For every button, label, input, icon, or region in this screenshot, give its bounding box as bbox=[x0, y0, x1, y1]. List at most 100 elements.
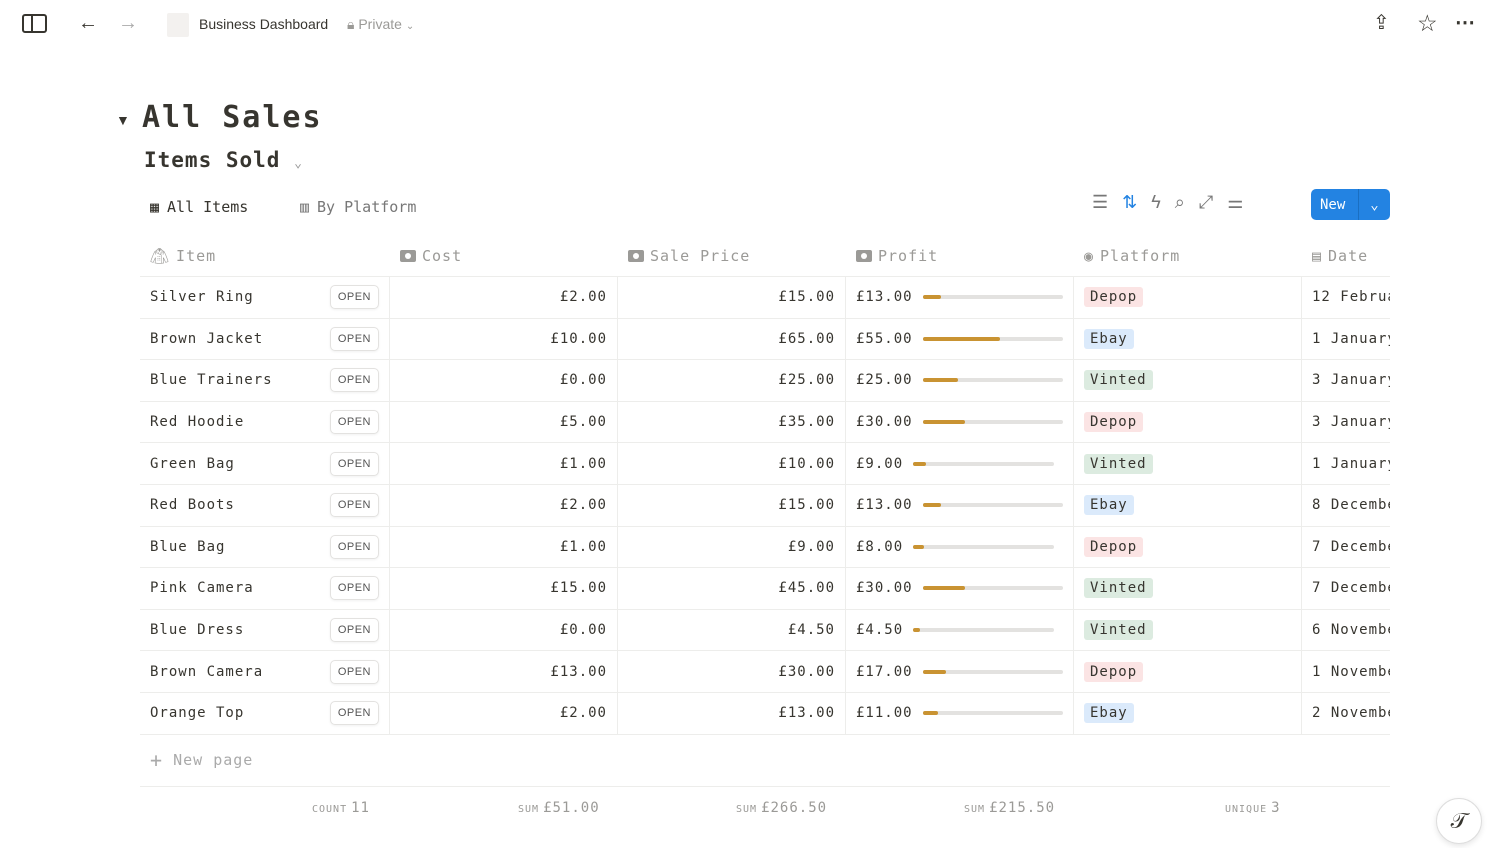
cost-cell[interactable]: £2.00 bbox=[390, 692, 618, 734]
item-cell[interactable]: Blue Trainers OPEN bbox=[140, 360, 390, 401]
more-icon[interactable]: ⋯ bbox=[1455, 10, 1475, 35]
sale-price-cell[interactable]: £9.00 bbox=[618, 526, 846, 568]
platform-cell[interactable]: Ebay bbox=[1074, 692, 1302, 734]
date-cell[interactable]: 8 December bbox=[1302, 485, 1390, 526]
table-row[interactable]: Blue Trainers OPEN £0.00 £25.00 £25.00 Vi… bbox=[140, 360, 1390, 402]
cost-cell[interactable]: £0.00 bbox=[390, 360, 618, 401]
search-icon[interactable]: ⌕ bbox=[1175, 192, 1185, 213]
table-row[interactable]: Pink Camera OPEN £15.00 £45.00 £30.00 Vin… bbox=[140, 568, 1390, 610]
new-button[interactable]: New ⌄ bbox=[1311, 189, 1390, 220]
platform-cell[interactable]: Ebay bbox=[1074, 318, 1302, 360]
sort-icon[interactable]: ⇅ bbox=[1122, 192, 1137, 213]
open-button[interactable]: OPEN bbox=[329, 493, 379, 518]
item-cell[interactable]: Pink Camera OPEN bbox=[140, 568, 390, 609]
footer-cost-sum[interactable]: SUM £51.00 bbox=[518, 800, 600, 816]
star-icon[interactable]: ☆ bbox=[1417, 10, 1438, 37]
share-icon[interactable]: ⇪ bbox=[1373, 10, 1390, 35]
table-row[interactable]: Red Boots OPEN £2.00 £15.00 £13.00 Ebay 8… bbox=[140, 484, 1390, 527]
sale-price-cell[interactable]: £30.00 bbox=[618, 651, 846, 692]
database-title[interactable]: Items Sold ⌄ bbox=[144, 148, 303, 172]
column-header-item[interactable]: 🧥︎ Item bbox=[140, 236, 390, 276]
open-button[interactable]: OPEN bbox=[329, 451, 379, 476]
page-title-breadcrumb[interactable]: Business Dashboard bbox=[199, 16, 328, 32]
table-row[interactable]: Brown Jacket OPEN £10.00 £65.00 £55.00 Eb… bbox=[140, 318, 1390, 361]
open-button[interactable]: OPEN bbox=[329, 410, 379, 435]
open-button[interactable]: OPEN bbox=[329, 701, 379, 726]
table-row[interactable]: Blue Dress OPEN £0.00 £4.50 £4.50 Vinted … bbox=[140, 609, 1390, 652]
profit-cell[interactable]: £30.00 bbox=[846, 568, 1074, 609]
platform-cell[interactable]: Depop bbox=[1074, 651, 1302, 692]
sale-price-cell[interactable]: £15.00 bbox=[618, 277, 846, 318]
settings-sliders-icon[interactable]: ⚌ bbox=[1227, 192, 1243, 213]
cost-cell[interactable]: £5.00 bbox=[390, 401, 618, 443]
date-cell[interactable]: 7 December bbox=[1302, 527, 1390, 568]
table-row[interactable]: Brown Camera OPEN £13.00 £30.00 £17.00 De… bbox=[140, 651, 1390, 693]
ai-assistant-icon[interactable]: 𝒯 bbox=[1436, 798, 1482, 844]
platform-cell[interactable]: Depop bbox=[1074, 401, 1302, 443]
date-cell[interactable]: 1 January bbox=[1302, 319, 1390, 360]
privacy-menu[interactable]: 🔒︎ Private ⌄ bbox=[347, 16, 414, 33]
date-cell[interactable]: 2 November bbox=[1302, 693, 1390, 734]
date-cell[interactable]: 6 November bbox=[1302, 610, 1390, 651]
platform-cell[interactable]: Vinted bbox=[1074, 568, 1302, 609]
date-cell[interactable]: 3 January bbox=[1302, 402, 1390, 443]
item-cell[interactable]: Brown Camera OPEN bbox=[140, 651, 390, 692]
item-cell[interactable]: Silver Ring OPEN bbox=[140, 277, 390, 318]
footer-sale-sum[interactable]: SUM £266.50 bbox=[736, 800, 827, 816]
date-cell[interactable]: 1 January bbox=[1302, 443, 1390, 484]
cost-cell[interactable]: £10.00 bbox=[390, 318, 618, 360]
open-button[interactable]: OPEN bbox=[329, 618, 379, 643]
new-page-button[interactable]: + New page bbox=[140, 735, 1390, 787]
sale-price-cell[interactable]: £4.50 bbox=[618, 609, 846, 651]
cost-cell[interactable]: £13.00 bbox=[390, 651, 618, 692]
profit-cell[interactable]: £17.00 bbox=[846, 651, 1074, 692]
open-button[interactable]: OPEN bbox=[329, 576, 379, 601]
cost-cell[interactable]: £2.00 bbox=[390, 484, 618, 526]
sale-price-cell[interactable]: £65.00 bbox=[618, 318, 846, 360]
platform-cell[interactable]: Depop bbox=[1074, 277, 1302, 318]
tab-by-platform[interactable]: ▥ By Platform bbox=[300, 198, 416, 216]
table-row[interactable]: Red Hoodie OPEN £5.00 £35.00 £30.00 Depop… bbox=[140, 401, 1390, 444]
date-cell[interactable]: 1 November bbox=[1302, 651, 1390, 692]
platform-cell[interactable]: Ebay bbox=[1074, 484, 1302, 526]
profit-cell[interactable]: £25.00 bbox=[846, 360, 1074, 401]
back-arrow-icon[interactable]: ← bbox=[78, 12, 98, 35]
profit-cell[interactable]: £11.00 bbox=[846, 692, 1074, 734]
profit-cell[interactable]: £55.00 bbox=[846, 318, 1074, 360]
sale-price-cell[interactable]: £10.00 bbox=[618, 443, 846, 484]
item-cell[interactable]: Green Bag OPEN bbox=[140, 443, 390, 484]
platform-cell[interactable]: Vinted bbox=[1074, 360, 1302, 401]
date-cell[interactable]: 7 December bbox=[1302, 568, 1390, 609]
cost-cell[interactable]: £2.00 bbox=[390, 277, 618, 318]
cost-cell[interactable]: £15.00 bbox=[390, 568, 618, 609]
platform-cell[interactable]: Vinted bbox=[1074, 609, 1302, 651]
open-button[interactable]: OPEN bbox=[329, 534, 379, 559]
footer-profit-sum[interactable]: SUM £215.50 bbox=[964, 800, 1055, 816]
column-header-platform[interactable]: ◉ Platform bbox=[1074, 236, 1302, 276]
open-button[interactable]: OPEN bbox=[329, 659, 379, 684]
platform-cell[interactable]: Depop bbox=[1074, 526, 1302, 568]
table-row[interactable]: Silver Ring OPEN £2.00 £15.00 £13.00 Depo… bbox=[140, 277, 1390, 319]
profit-cell[interactable]: £8.00 bbox=[846, 526, 1074, 568]
item-cell[interactable]: Red Boots OPEN bbox=[140, 484, 390, 526]
cost-cell[interactable]: £1.00 bbox=[390, 526, 618, 568]
open-button[interactable]: OPEN bbox=[329, 326, 379, 351]
item-cell[interactable]: Blue Bag OPEN bbox=[140, 526, 390, 568]
profit-cell[interactable]: £30.00 bbox=[846, 401, 1074, 443]
sale-price-cell[interactable]: £45.00 bbox=[618, 568, 846, 609]
item-cell[interactable]: Red Hoodie OPEN bbox=[140, 401, 390, 443]
sidebar-toggle-icon[interactable] bbox=[22, 14, 47, 33]
new-dropdown-chevron-icon[interactable]: ⌄ bbox=[1358, 189, 1390, 220]
date-cell[interactable]: 12 February bbox=[1302, 277, 1390, 318]
open-button[interactable]: OPEN bbox=[329, 285, 379, 310]
sale-price-cell[interactable]: £35.00 bbox=[618, 401, 846, 443]
column-header-profit[interactable]: Profit bbox=[846, 236, 1074, 276]
profit-cell[interactable]: £4.50 bbox=[846, 609, 1074, 651]
sale-price-cell[interactable]: £25.00 bbox=[618, 360, 846, 401]
automation-bolt-icon[interactable]: ϟ bbox=[1151, 192, 1161, 213]
tab-all-items[interactable]: ▦ All Items bbox=[150, 198, 248, 216]
column-header-date[interactable]: ▤ Date bbox=[1302, 236, 1390, 276]
profit-cell[interactable]: £13.00 bbox=[846, 277, 1074, 318]
sale-price-cell[interactable]: £13.00 bbox=[618, 692, 846, 734]
item-cell[interactable]: Orange Top OPEN bbox=[140, 692, 390, 734]
